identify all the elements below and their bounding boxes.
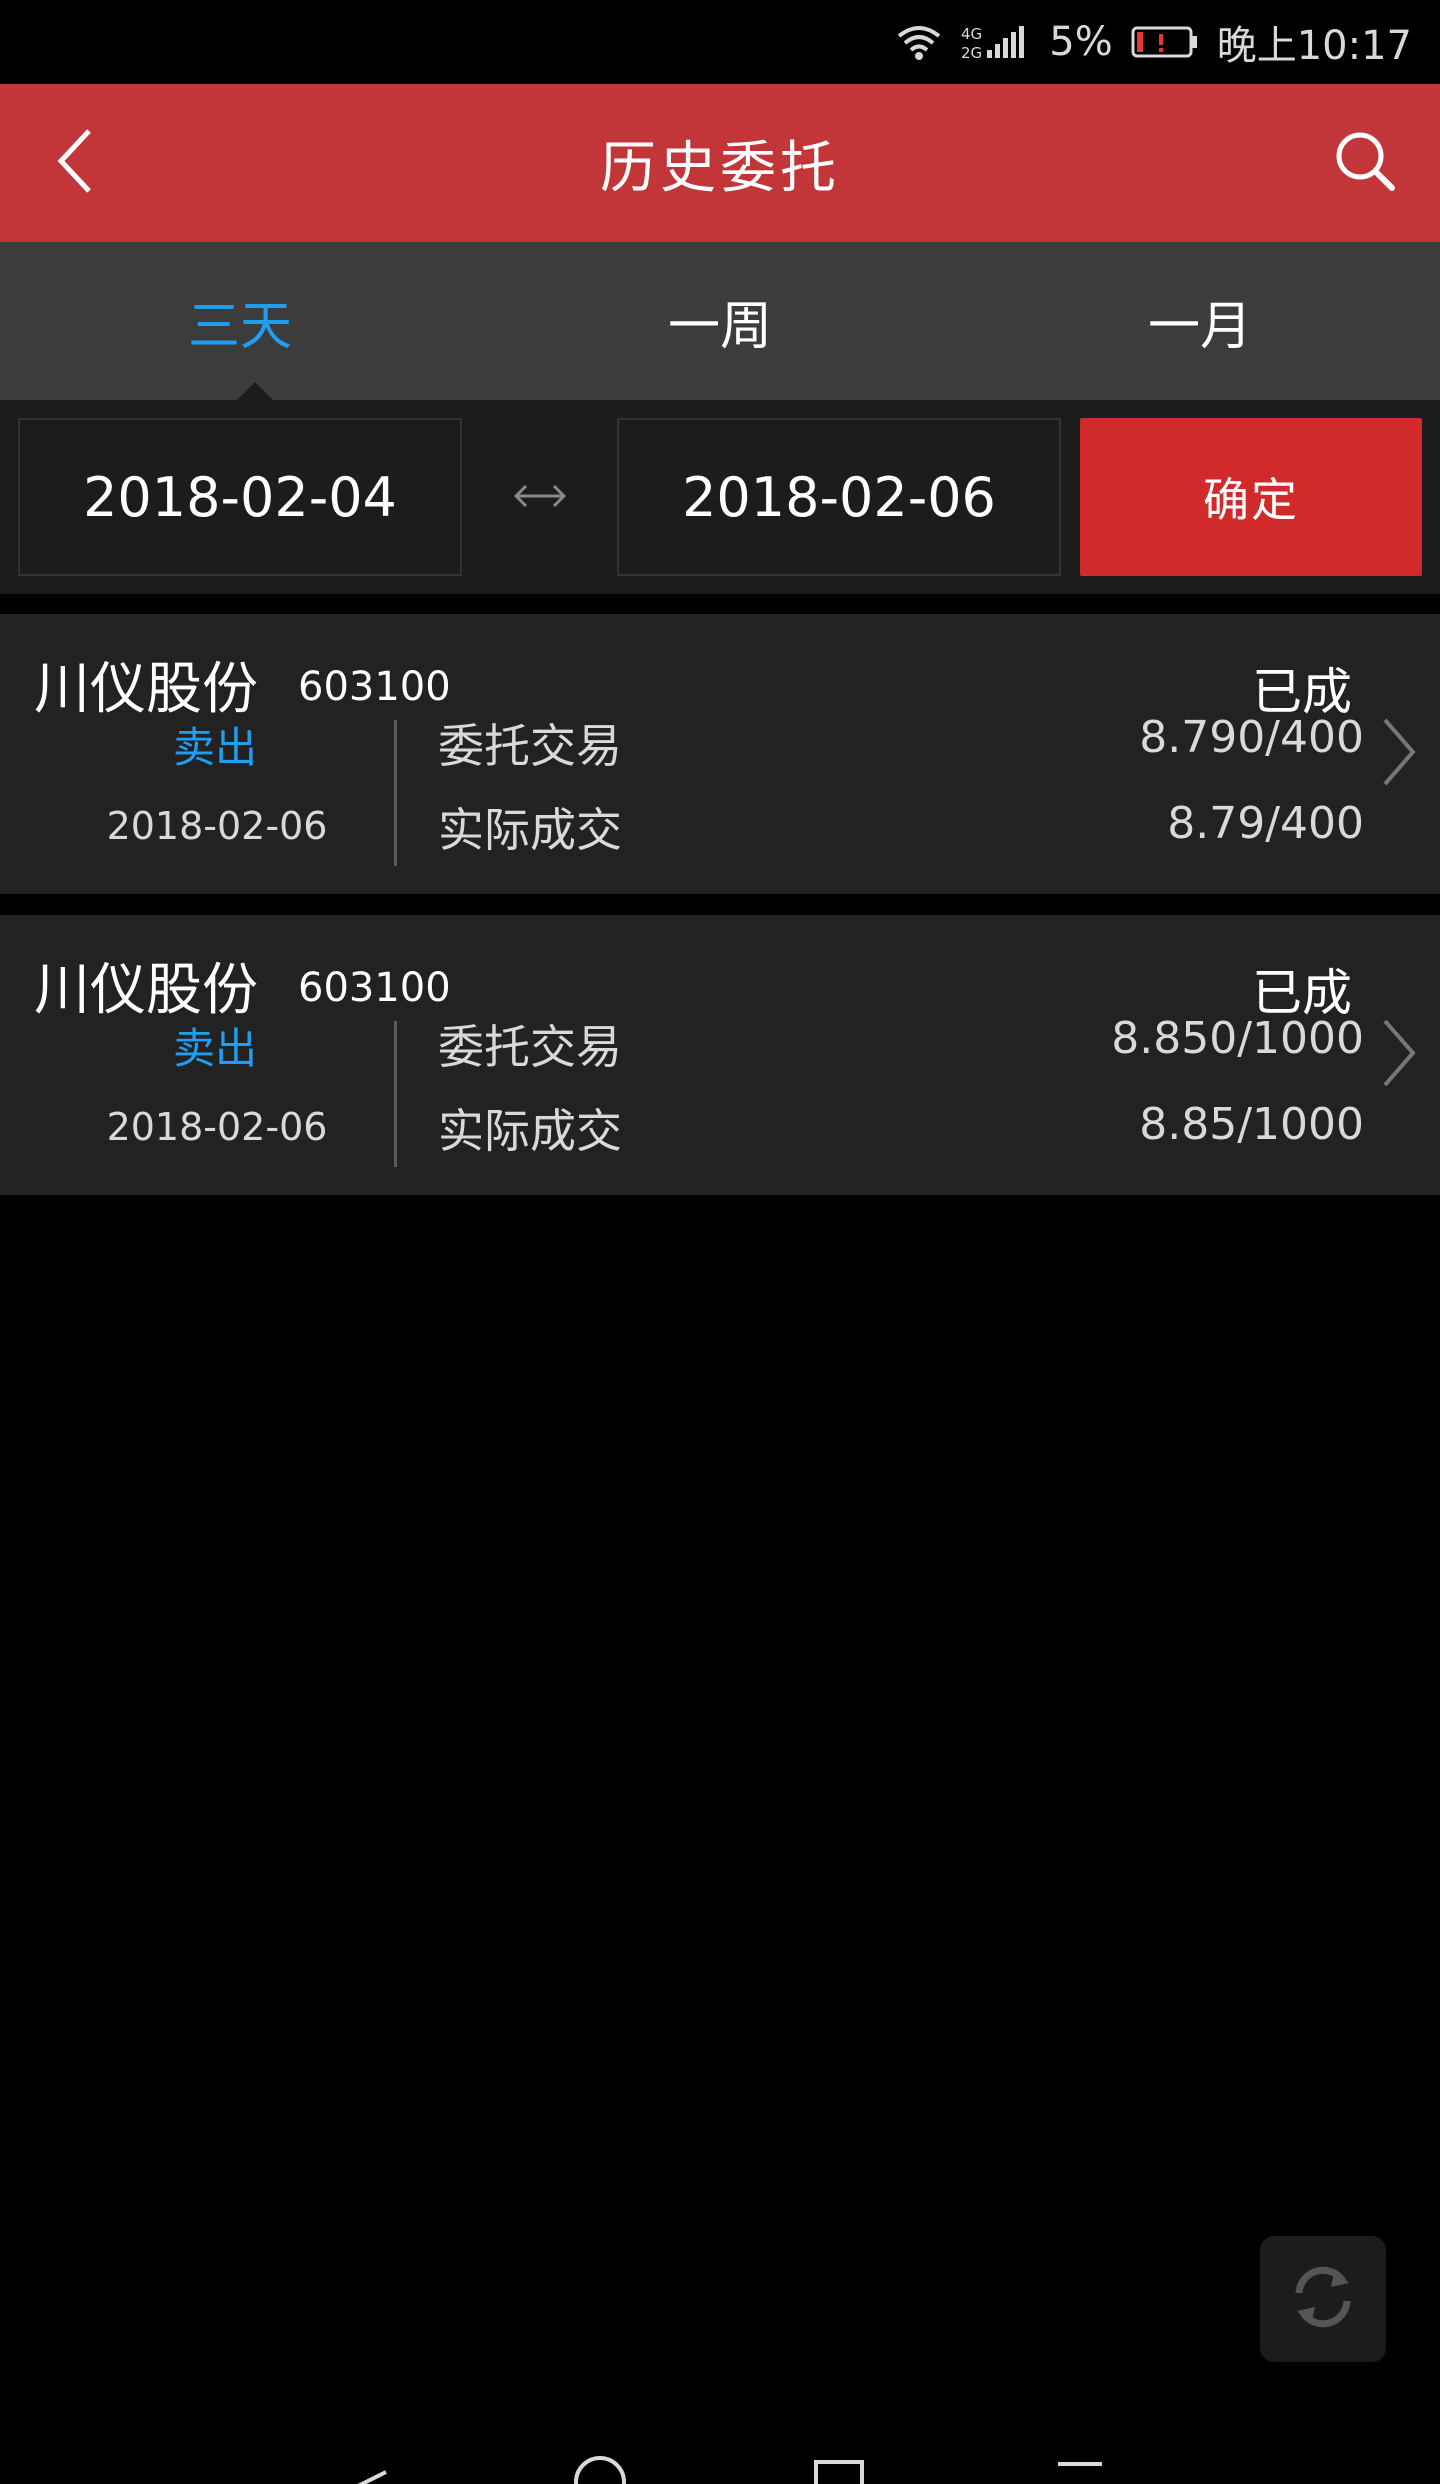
battery-percent: 5% [1049, 19, 1113, 65]
start-date-field[interactable]: 2018-02-04 [18, 418, 462, 576]
search-button[interactable] [1320, 118, 1410, 208]
svg-text:4G: 4G [961, 25, 982, 43]
entrust-label: 委托交易 [438, 719, 622, 773]
nav-recents-icon[interactable] [810, 2452, 870, 2484]
stock-name: 川仪股份 [34, 958, 258, 1023]
history-orders-screen: 4G 2G 5% 晚上10:17 历史委托 三天 一周 一月 2018-02-0… [0, 0, 1440, 2484]
search-icon [1332, 128, 1398, 198]
deal-value: 8.79/400 [1167, 798, 1364, 849]
chevron-left-icon [51, 125, 99, 201]
end-date-field[interactable]: 2018-02-06 [617, 418, 1061, 576]
date-range-bar: 2018-02-04 2018-02-06 确定 [0, 400, 1440, 594]
status-bar: 4G 2G 5% 晚上10:17 [0, 0, 1440, 84]
clock-time: 晚上10:17 [1216, 23, 1412, 69]
order-date: 2018-02-06 [106, 1105, 328, 1149]
deal-label: 实际成交 [438, 1104, 622, 1158]
wifi-icon [895, 22, 943, 62]
double-arrow-icon [500, 466, 580, 526]
deal-value: 8.85/1000 [1139, 1099, 1364, 1150]
page-title: 历史委托 [600, 135, 840, 201]
order-row[interactable]: 川仪股份 603100 卖出 2018-02-06 委托交易 实际成交 已成 8… [0, 614, 1440, 894]
nav-home-icon[interactable] [570, 2452, 630, 2484]
divider [394, 720, 397, 866]
refresh-button[interactable] [1260, 2236, 1386, 2362]
system-nav-bar [0, 2452, 1440, 2484]
chevron-right-icon [1374, 712, 1424, 792]
entrust-value: 8.790/400 [1139, 712, 1364, 763]
confirm-button[interactable]: 确定 [1080, 418, 1422, 576]
stock-name: 川仪股份 [34, 657, 258, 722]
stock-code: 603100 [298, 965, 451, 1011]
order-side: 卖出 [172, 1024, 257, 1073]
tab-three-days[interactable]: 三天 [0, 242, 480, 400]
active-tab-indicator [237, 382, 273, 400]
svg-text:2G: 2G [961, 44, 982, 62]
tab-one-month[interactable]: 一月 [960, 242, 1440, 400]
period-tabs: 三天 一周 一月 [0, 242, 1440, 400]
tab-one-week[interactable]: 一周 [480, 242, 960, 400]
entrust-value: 8.850/1000 [1111, 1013, 1364, 1064]
divider [394, 1021, 397, 1167]
back-button[interactable] [30, 118, 120, 208]
deal-label: 实际成交 [438, 803, 622, 857]
entrust-label: 委托交易 [438, 1020, 622, 1074]
app-header: 历史委托 [0, 84, 1440, 242]
order-date: 2018-02-06 [106, 804, 328, 848]
battery-low-icon [1131, 24, 1199, 60]
order-side: 卖出 [172, 723, 257, 772]
nav-back-icon[interactable] [340, 2452, 390, 2484]
cellular-signal-icon: 4G 2G [961, 22, 1031, 62]
refresh-icon [1283, 2257, 1363, 2341]
stock-code: 603100 [298, 664, 451, 710]
chevron-right-icon [1374, 1013, 1424, 1093]
order-row[interactable]: 川仪股份 603100 卖出 2018-02-06 委托交易 实际成交 已成 8… [0, 915, 1440, 1195]
nav-menu-icon[interactable] [1050, 2452, 1110, 2484]
